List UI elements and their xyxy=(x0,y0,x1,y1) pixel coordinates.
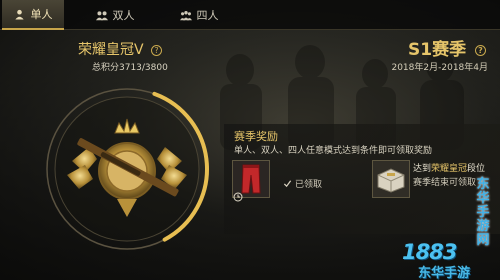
total-points: 总积分3713/3800 xyxy=(92,63,168,73)
rank-title: 荣耀皇冠V ? xyxy=(78,39,163,59)
tab-label: 四人 xyxy=(196,9,219,22)
person-icon xyxy=(14,8,26,20)
duo-icon xyxy=(95,9,108,21)
reward-description: 单人、双人、四人任意模式达到条件即可领取奖励 xyxy=(234,146,433,156)
tab-label: 双人 xyxy=(112,9,135,22)
help-icon[interactable]: ? xyxy=(151,44,163,56)
reward-condition: 达到荣耀皇冠段位 xyxy=(413,161,485,174)
tab-label: 单人 xyxy=(30,8,53,21)
condition-suffix: 段位 xyxy=(467,164,486,174)
rank-name: 荣耀皇冠V xyxy=(78,42,144,58)
claimed-status: 已领取 xyxy=(283,177,322,190)
condition-prefix: 达到 xyxy=(413,164,432,174)
tab-squad[interactable]: 四人 xyxy=(168,0,230,30)
claimed-label: 已领取 xyxy=(295,180,323,190)
mode-tab-bar: 单人 双人 四人 xyxy=(0,0,500,30)
reward-claim-note: 赛季结束可领取 xyxy=(413,178,477,188)
tab-solo[interactable]: 单人 xyxy=(2,0,64,30)
season-name: S1赛季 xyxy=(408,40,467,60)
reward-title: 赛季奖励 xyxy=(234,130,278,143)
help-icon[interactable]: ? xyxy=(475,44,486,56)
tab-duo[interactable]: 双人 xyxy=(84,0,146,30)
clock-icon xyxy=(233,192,243,202)
watermark-vertical-text: 东华手游网 xyxy=(470,178,496,248)
reward-item-crate[interactable] xyxy=(372,160,410,198)
watermark-number: 1883 xyxy=(402,240,457,264)
crown-rank-emblem-icon xyxy=(46,88,209,250)
crate-icon xyxy=(373,161,409,197)
squad-icon xyxy=(179,9,192,21)
watermark-vertical: 东华手游网 xyxy=(476,177,490,248)
watermark-brand: 东华手游 xyxy=(418,266,471,280)
season-dates: 2018年2月-2018年4月 xyxy=(391,63,488,73)
checkmark-icon xyxy=(283,180,292,188)
season-title: S1赛季 ? xyxy=(408,35,486,60)
condition-rank: 荣耀皇冠 xyxy=(431,164,468,174)
